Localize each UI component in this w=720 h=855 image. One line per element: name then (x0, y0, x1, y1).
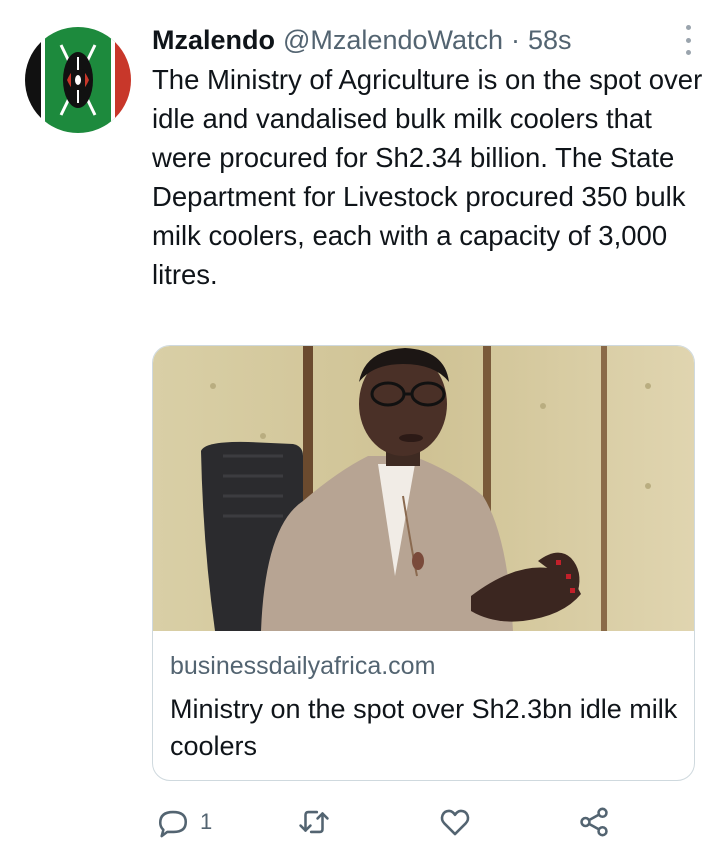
card-domain[interactable]: businessdailyafrica.com (170, 652, 435, 681)
share-button[interactable] (577, 802, 611, 842)
retweet-icon (299, 810, 329, 834)
reply-button[interactable]: 1 (156, 802, 212, 842)
author-handle[interactable]: @MzalendoWatch (283, 25, 503, 56)
kenya-flag-shield-icon (25, 27, 131, 133)
more-vertical-icon[interactable] (678, 25, 698, 55)
reply-count: 1 (200, 809, 213, 834)
retweet-button[interactable] (297, 802, 331, 842)
card-title[interactable]: Ministry on the spot over Sh2.3bn idle m… (170, 691, 680, 765)
share-icon (580, 807, 608, 837)
author-name[interactable]: Mzalendo (152, 25, 275, 56)
like-button[interactable] (438, 802, 472, 842)
card-image (153, 346, 694, 631)
separator-dot: · (511, 24, 521, 55)
avatar[interactable] (25, 27, 131, 133)
timestamp[interactable]: 58s (528, 25, 572, 56)
heart-icon (440, 809, 470, 836)
tweet-actions: 1 (152, 802, 622, 842)
link-card[interactable]: businessdailyafrica.com Ministry on the … (152, 345, 695, 781)
reply-icon (158, 810, 188, 838)
tweet-text: The Ministry of Agriculture is on the sp… (152, 64, 703, 290)
tweet-header: Mzalendo @MzalendoWatch · 58s (152, 22, 700, 58)
